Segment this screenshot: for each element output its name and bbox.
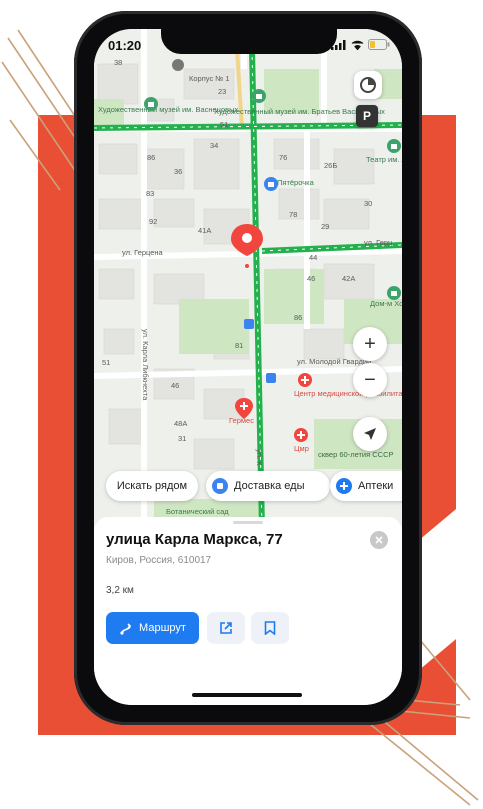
food-delivery-chip[interactable]: Доставка еды [206, 471, 330, 501]
close-icon [375, 536, 383, 544]
house-number: 42А [342, 274, 356, 283]
map-label-square: сквер 60-летия СССР [318, 450, 394, 459]
house-number: 34 [210, 141, 219, 150]
house-number: 51 [102, 358, 111, 367]
house-number: 44 [309, 253, 318, 262]
map-label-museum-right: Художественный музей им. Братьев Васнецо… [214, 107, 385, 116]
theater-icon[interactable] [387, 139, 401, 153]
pharmacy-label: Аптеки [358, 480, 394, 492]
search-nearby-chip[interactable]: Искать рядом [106, 471, 198, 501]
medical-icon[interactable] [294, 428, 308, 442]
map-label-rehab-center: Центр медицинской реабилитации [294, 389, 402, 398]
street-gertsena-left: ул. Герцена [122, 248, 163, 257]
house-number: 26Б [324, 161, 338, 170]
map-label-pyaterochka: Пятёрочка [277, 178, 314, 187]
map-label-tsmr: Цмр [294, 444, 309, 453]
house-number: 78 [289, 210, 298, 219]
bus-stop-icon [244, 319, 254, 329]
route-button[interactable]: Маршрут [106, 612, 199, 644]
place-title: улица Карла Маркса, 77 [106, 531, 283, 548]
zoom-out-button[interactable]: − [353, 363, 387, 397]
house-number: 83 [146, 189, 155, 198]
home-indicator[interactable] [192, 693, 302, 697]
house-number: 23 [218, 87, 227, 96]
museum-icon[interactable] [252, 89, 266, 103]
map-label-corpus: Корпус № 1 [189, 74, 230, 83]
house-number: 48А [174, 419, 188, 428]
sheet-grab-handle[interactable] [233, 521, 263, 524]
map-label-dom: Дом-м Хозяй [370, 299, 402, 308]
layers-icon [360, 77, 376, 93]
status-time: 01:20 [108, 38, 142, 53]
pharmacy-chip[interactable]: Аптеки [330, 471, 402, 501]
house-number: 76 [279, 153, 288, 162]
street-gertsena-right: ул. Герц [364, 238, 393, 247]
house-number: 86 [147, 153, 156, 162]
zoom-in-button[interactable]: + [353, 327, 387, 361]
museum-icon[interactable] [144, 97, 158, 111]
my-location-button[interactable] [353, 417, 387, 451]
street-karla-marksa: ул. К [255, 449, 264, 466]
house-number: 81 [235, 341, 244, 350]
phone-screen: 01:20 Корпус № 1 Художественный музей им… [94, 29, 402, 705]
route-icon [120, 623, 132, 635]
house-number: 31 [178, 434, 187, 443]
house-number: 51 [220, 120, 229, 129]
street-karla-libknekhta: ул. Карла Либкнехта [141, 329, 150, 401]
map-label-theater: Театр им. Афана [366, 155, 402, 164]
medical-icon[interactable] [298, 373, 312, 387]
search-nearby-label: Искать рядом [116, 480, 188, 492]
bus-stop-icon [266, 373, 276, 383]
house-number: 36 [174, 167, 183, 176]
place-card: улица Карла Маркса, 77 Киров, Россия, 61… [94, 517, 402, 705]
house-number: 38 [114, 58, 123, 67]
house-number: 41А [198, 226, 212, 235]
battery-icon [368, 39, 390, 50]
house-number: 86 [294, 313, 303, 322]
location-pin-icon[interactable] [229, 222, 265, 270]
building-poi-icon[interactable] [387, 286, 401, 300]
navigation-arrow-icon [364, 428, 376, 440]
place-address: Киров, Россия, 610017 [106, 555, 212, 566]
bookmark-button[interactable] [251, 612, 289, 644]
share-button[interactable] [207, 612, 245, 644]
house-number: 29 [321, 222, 330, 231]
map-label-bot-garden: Ботанический сад [166, 507, 229, 516]
house-number: 46 [171, 381, 180, 390]
place-distance: 3,2 км [106, 585, 134, 596]
bookmark-icon [264, 621, 276, 635]
pharmacy-cross-icon [336, 478, 352, 494]
shop-icon[interactable] [264, 177, 278, 191]
close-button[interactable] [370, 531, 388, 549]
house-number: 30 [364, 199, 373, 208]
status-icons [331, 39, 390, 50]
food-delivery-label: Доставка еды [234, 480, 305, 492]
map-label-museum-left: Художественный музей им. Васнецовых [98, 105, 239, 114]
house-number: 92 [149, 217, 158, 226]
germes-poi-icon[interactable] [234, 397, 254, 423]
parking-button[interactable]: P [356, 105, 378, 127]
route-label: Маршрут [139, 622, 186, 634]
university-icon[interactable] [172, 59, 184, 71]
delivery-bag-icon [212, 478, 228, 494]
share-icon [220, 622, 232, 634]
layers-button[interactable] [354, 71, 382, 99]
phone-notch [161, 27, 337, 54]
wifi-icon [351, 40, 364, 50]
house-number: 46 [307, 274, 316, 283]
